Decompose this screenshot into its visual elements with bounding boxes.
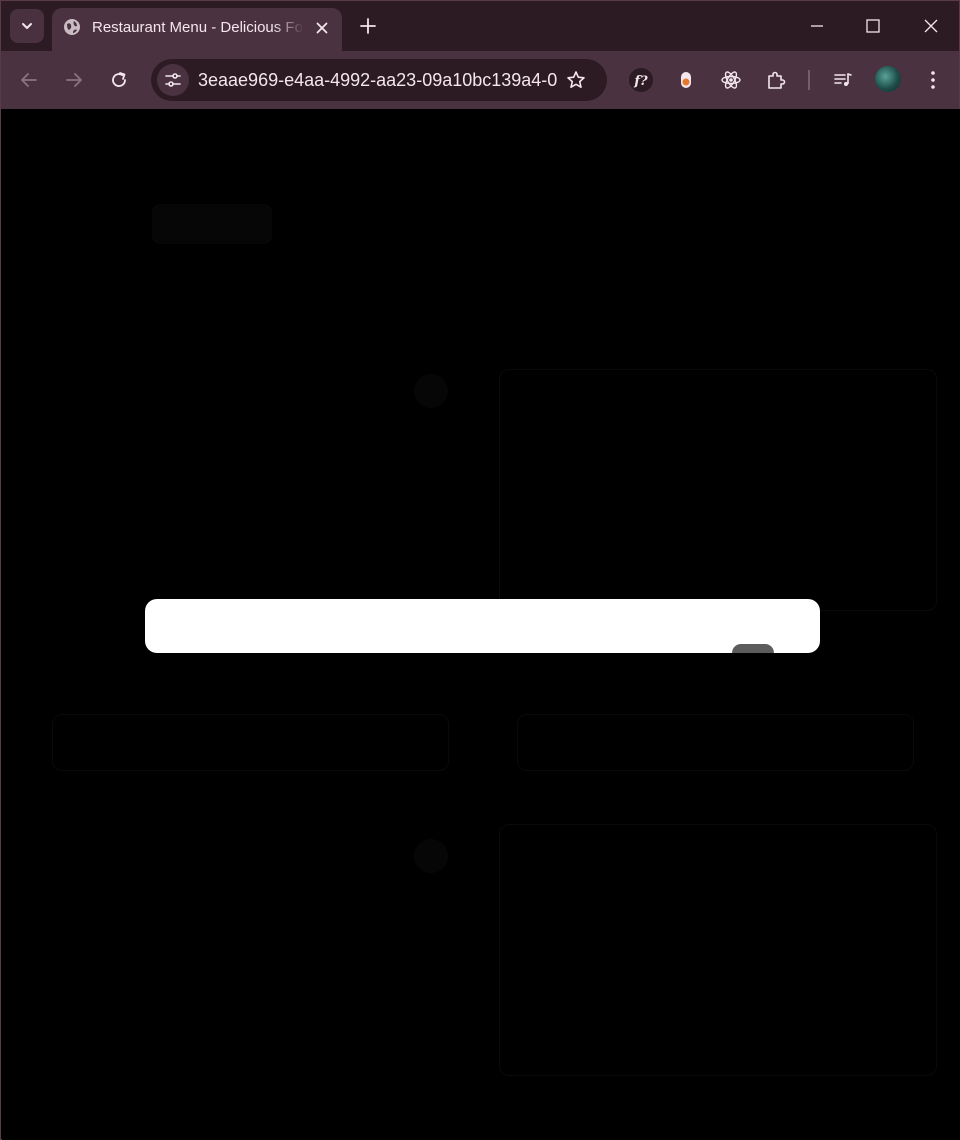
minimize-button[interactable] bbox=[794, 9, 840, 43]
toolbar-separator bbox=[808, 70, 810, 90]
close-window-button[interactable] bbox=[908, 9, 954, 43]
background-panel bbox=[517, 714, 914, 771]
menu-button[interactable] bbox=[915, 62, 951, 98]
tune-icon bbox=[165, 73, 181, 87]
media-control-button[interactable] bbox=[825, 62, 861, 98]
url-text[interactable]: 3eaae969-e4aa-4992-aa23-09a10bc139a4-0..… bbox=[198, 70, 558, 92]
address-bar[interactable]: 3eaae969-e4aa-4992-aa23-09a10bc139a4-0..… bbox=[151, 59, 607, 101]
reload-button[interactable] bbox=[101, 62, 137, 98]
reload-icon bbox=[112, 72, 126, 87]
arrow-left-icon bbox=[21, 73, 37, 87]
tab-search-button[interactable] bbox=[10, 9, 44, 43]
maximize-button[interactable] bbox=[850, 9, 896, 43]
react-icon bbox=[721, 71, 741, 89]
modal-dialog[interactable] bbox=[145, 599, 820, 653]
back-button[interactable] bbox=[11, 62, 47, 98]
background-panel bbox=[52, 714, 449, 771]
background-dot bbox=[414, 839, 448, 873]
browser-window: Restaurant Menu - Delicious Food 3eaae96… bbox=[0, 0, 960, 1140]
function-icon: f? bbox=[629, 68, 653, 92]
extension-f-button[interactable]: f? bbox=[623, 62, 659, 98]
extension-record-button[interactable] bbox=[668, 62, 704, 98]
playlist-icon bbox=[834, 73, 852, 86]
chevron-down-icon bbox=[22, 23, 32, 29]
arrow-right-icon bbox=[66, 73, 82, 87]
globe-icon bbox=[64, 19, 80, 35]
new-tab-button[interactable] bbox=[353, 11, 383, 41]
plus-icon bbox=[360, 18, 376, 34]
site-info-button[interactable] bbox=[157, 64, 189, 96]
extension-react-button[interactable] bbox=[713, 62, 749, 98]
maximize-icon bbox=[866, 19, 880, 33]
close-icon bbox=[924, 19, 938, 33]
browser-toolbar: 3eaae969-e4aa-4992-aa23-09a10bc139a4-0..… bbox=[1, 51, 959, 109]
bookmark-button[interactable] bbox=[561, 65, 591, 95]
more-vertical-icon bbox=[931, 71, 935, 89]
background-button bbox=[152, 204, 272, 244]
background-card bbox=[499, 824, 937, 1076]
puzzle-icon bbox=[768, 71, 786, 89]
tab-title: Restaurant Menu - Delicious Food bbox=[92, 19, 304, 36]
page-content bbox=[2, 109, 960, 1140]
background-dot bbox=[414, 374, 448, 408]
background-card bbox=[499, 369, 937, 611]
minimize-icon bbox=[811, 25, 823, 27]
extensions-button[interactable] bbox=[758, 62, 794, 98]
dialog-handle[interactable] bbox=[732, 644, 774, 653]
tab-close-button[interactable] bbox=[311, 17, 333, 39]
active-tab[interactable]: Restaurant Menu - Delicious Food bbox=[52, 8, 342, 51]
close-icon bbox=[316, 22, 328, 34]
svg-text:f?: f? bbox=[633, 74, 648, 89]
tab-strip: Restaurant Menu - Delicious Food bbox=[1, 1, 959, 51]
record-icon bbox=[681, 72, 691, 88]
star-icon bbox=[567, 71, 585, 88]
profile-avatar[interactable] bbox=[875, 66, 901, 92]
forward-button[interactable] bbox=[56, 62, 92, 98]
